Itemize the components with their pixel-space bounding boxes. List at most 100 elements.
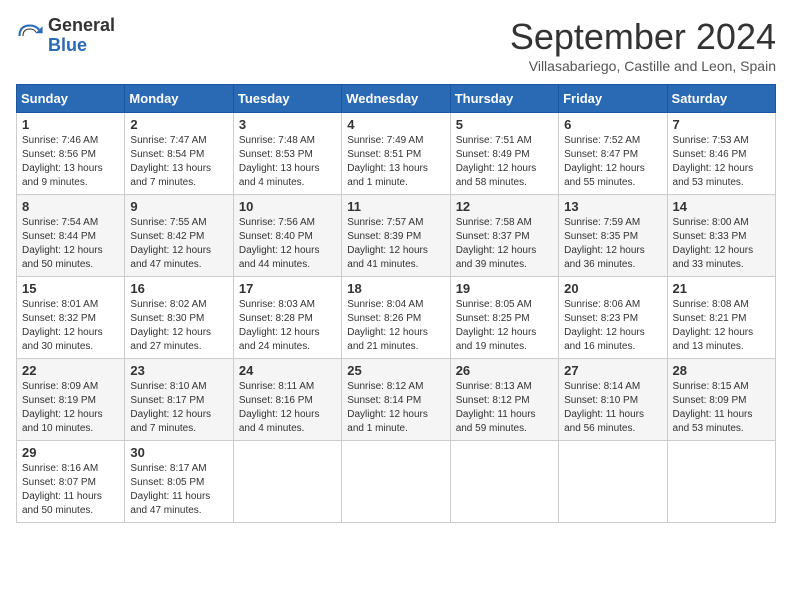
- day-cell: 19 Sunrise: 8:05 AM Sunset: 8:25 PM Dayli…: [450, 277, 558, 359]
- day-cell: 8 Sunrise: 7:54 AM Sunset: 8:44 PM Daylig…: [17, 195, 125, 277]
- week-row-3: 15 Sunrise: 8:01 AM Sunset: 8:32 PM Dayli…: [17, 277, 776, 359]
- logo-icon: [16, 22, 44, 50]
- day-info: Sunrise: 7:55 AM Sunset: 8:42 PM Dayligh…: [130, 216, 227, 272]
- logo-text: General Blue: [48, 16, 115, 56]
- day-info: Sunrise: 7:53 AM Sunset: 8:46 PM Dayligh…: [673, 134, 770, 190]
- day-cell: 18 Sunrise: 8:04 AM Sunset: 8:26 PM Dayli…: [342, 277, 450, 359]
- location-subtitle: Villasabariego, Castille and Leon, Spain: [510, 58, 776, 74]
- header-row: SundayMondayTuesdayWednesdayThursdayFrid…: [17, 85, 776, 113]
- day-info: Sunrise: 7:54 AM Sunset: 8:44 PM Dayligh…: [22, 216, 119, 272]
- day-cell: 2 Sunrise: 7:47 AM Sunset: 8:54 PM Daylig…: [125, 113, 233, 195]
- month-title: September 2024: [510, 16, 776, 58]
- day-cell: 7 Sunrise: 7:53 AM Sunset: 8:46 PM Daylig…: [667, 113, 775, 195]
- day-info: Sunrise: 8:08 AM Sunset: 8:21 PM Dayligh…: [673, 298, 770, 354]
- day-cell: 3 Sunrise: 7:48 AM Sunset: 8:53 PM Daylig…: [233, 113, 341, 195]
- day-number: 5: [456, 117, 553, 132]
- day-cell: [342, 441, 450, 523]
- day-number: 30: [130, 445, 227, 460]
- day-number: 10: [239, 199, 336, 214]
- day-cell: 29Sunrise: 8:16 AM Sunset: 8:07 PM Dayli…: [17, 441, 125, 523]
- day-cell: 12 Sunrise: 7:58 AM Sunset: 8:37 PM Dayli…: [450, 195, 558, 277]
- day-info: Sunrise: 7:57 AM Sunset: 8:39 PM Dayligh…: [347, 216, 444, 272]
- day-info: Sunrise: 7:51 AM Sunset: 8:49 PM Dayligh…: [456, 134, 553, 190]
- day-cell: 11 Sunrise: 7:57 AM Sunset: 8:39 PM Dayli…: [342, 195, 450, 277]
- day-cell: [559, 441, 667, 523]
- day-info: Sunrise: 8:12 AM Sunset: 8:14 PM Dayligh…: [347, 380, 444, 436]
- day-number: 9: [130, 199, 227, 214]
- header: General Blue September 2024 Villasabarie…: [16, 16, 776, 74]
- logo-general-text: General: [48, 16, 115, 36]
- col-header-saturday: Saturday: [667, 85, 775, 113]
- day-number: 11: [347, 199, 444, 214]
- day-info: Sunrise: 8:15 AM Sunset: 8:09 PM Dayligh…: [673, 380, 770, 436]
- day-number: 16: [130, 281, 227, 296]
- day-cell: 22 Sunrise: 8:09 AM Sunset: 8:19 PM Dayli…: [17, 359, 125, 441]
- day-info: Sunrise: 8:09 AM Sunset: 8:19 PM Dayligh…: [22, 380, 119, 436]
- day-cell: 17 Sunrise: 8:03 AM Sunset: 8:28 PM Dayli…: [233, 277, 341, 359]
- day-number: 6: [564, 117, 661, 132]
- day-number: 24: [239, 363, 336, 378]
- day-cell: 23 Sunrise: 8:10 AM Sunset: 8:17 PM Dayli…: [125, 359, 233, 441]
- day-number: 15: [22, 281, 119, 296]
- day-info: Sunrise: 8:00 AM Sunset: 8:33 PM Dayligh…: [673, 216, 770, 272]
- day-info: Sunrise: 8:11 AM Sunset: 8:16 PM Dayligh…: [239, 380, 336, 436]
- day-info: Sunrise: 8:13 AM Sunset: 8:12 PM Dayligh…: [456, 380, 553, 436]
- day-cell: 20 Sunrise: 8:06 AM Sunset: 8:23 PM Dayli…: [559, 277, 667, 359]
- day-number: 17: [239, 281, 336, 296]
- logo: General Blue: [16, 16, 115, 56]
- week-row-2: 8 Sunrise: 7:54 AM Sunset: 8:44 PM Daylig…: [17, 195, 776, 277]
- day-number: 23: [130, 363, 227, 378]
- day-number: 27: [564, 363, 661, 378]
- day-cell: 9 Sunrise: 7:55 AM Sunset: 8:42 PM Daylig…: [125, 195, 233, 277]
- col-header-sunday: Sunday: [17, 85, 125, 113]
- day-number: 8: [22, 199, 119, 214]
- day-info: Sunrise: 8:10 AM Sunset: 8:17 PM Dayligh…: [130, 380, 227, 436]
- day-info: Sunrise: 8:06 AM Sunset: 8:23 PM Dayligh…: [564, 298, 661, 354]
- day-info: Sunrise: 7:46 AM Sunset: 8:56 PM Dayligh…: [22, 134, 119, 190]
- day-number: 13: [564, 199, 661, 214]
- day-info: Sunrise: 8:04 AM Sunset: 8:26 PM Dayligh…: [347, 298, 444, 354]
- day-info: Sunrise: 8:03 AM Sunset: 8:28 PM Dayligh…: [239, 298, 336, 354]
- calendar-table: SundayMondayTuesdayWednesdayThursdayFrid…: [16, 84, 776, 523]
- day-number: 22: [22, 363, 119, 378]
- logo-blue-text: Blue: [48, 36, 115, 56]
- day-info: Sunrise: 8:17 AM Sunset: 8:05 PM Dayligh…: [130, 462, 227, 518]
- day-cell: [233, 441, 341, 523]
- day-number: 14: [673, 199, 770, 214]
- day-number: 7: [673, 117, 770, 132]
- day-info: Sunrise: 7:47 AM Sunset: 8:54 PM Dayligh…: [130, 134, 227, 190]
- week-row-4: 22 Sunrise: 8:09 AM Sunset: 8:19 PM Dayli…: [17, 359, 776, 441]
- col-header-monday: Monday: [125, 85, 233, 113]
- day-cell: 30 Sunrise: 8:17 AM Sunset: 8:05 PM Dayli…: [125, 441, 233, 523]
- day-cell: 16Sunrise: 8:02 AM Sunset: 8:30 PM Dayli…: [125, 277, 233, 359]
- day-number: 12: [456, 199, 553, 214]
- day-info: Sunrise: 7:58 AM Sunset: 8:37 PM Dayligh…: [456, 216, 553, 272]
- day-cell: [450, 441, 558, 523]
- day-number: 19: [456, 281, 553, 296]
- day-cell: 10 Sunrise: 7:56 AM Sunset: 8:40 PM Dayli…: [233, 195, 341, 277]
- day-cell: 1 Sunrise: 7:46 AM Sunset: 8:56 PM Daylig…: [17, 113, 125, 195]
- day-info: Sunrise: 7:48 AM Sunset: 8:53 PM Dayligh…: [239, 134, 336, 190]
- week-row-1: 1 Sunrise: 7:46 AM Sunset: 8:56 PM Daylig…: [17, 113, 776, 195]
- day-info: Sunrise: 7:56 AM Sunset: 8:40 PM Dayligh…: [239, 216, 336, 272]
- day-number: 3: [239, 117, 336, 132]
- day-info: Sunrise: 8:05 AM Sunset: 8:25 PM Dayligh…: [456, 298, 553, 354]
- day-number: 21: [673, 281, 770, 296]
- day-cell: 27Sunrise: 8:14 AM Sunset: 8:10 PM Dayli…: [559, 359, 667, 441]
- day-number: 18: [347, 281, 444, 296]
- day-number: 1: [22, 117, 119, 132]
- day-number: 2: [130, 117, 227, 132]
- col-header-tuesday: Tuesday: [233, 85, 341, 113]
- day-number: 20: [564, 281, 661, 296]
- day-info: Sunrise: 8:01 AM Sunset: 8:32 PM Dayligh…: [22, 298, 119, 354]
- day-number: 26: [456, 363, 553, 378]
- col-header-friday: Friday: [559, 85, 667, 113]
- day-info: Sunrise: 7:49 AM Sunset: 8:51 PM Dayligh…: [347, 134, 444, 190]
- day-cell: 13Sunrise: 7:59 AM Sunset: 8:35 PM Dayli…: [559, 195, 667, 277]
- day-info: Sunrise: 7:52 AM Sunset: 8:47 PM Dayligh…: [564, 134, 661, 190]
- day-cell: 6 Sunrise: 7:52 AM Sunset: 8:47 PM Daylig…: [559, 113, 667, 195]
- day-cell: 26 Sunrise: 8:13 AM Sunset: 8:12 PM Dayli…: [450, 359, 558, 441]
- day-cell: [667, 441, 775, 523]
- week-row-5: 29Sunrise: 8:16 AM Sunset: 8:07 PM Dayli…: [17, 441, 776, 523]
- day-number: 29: [22, 445, 119, 460]
